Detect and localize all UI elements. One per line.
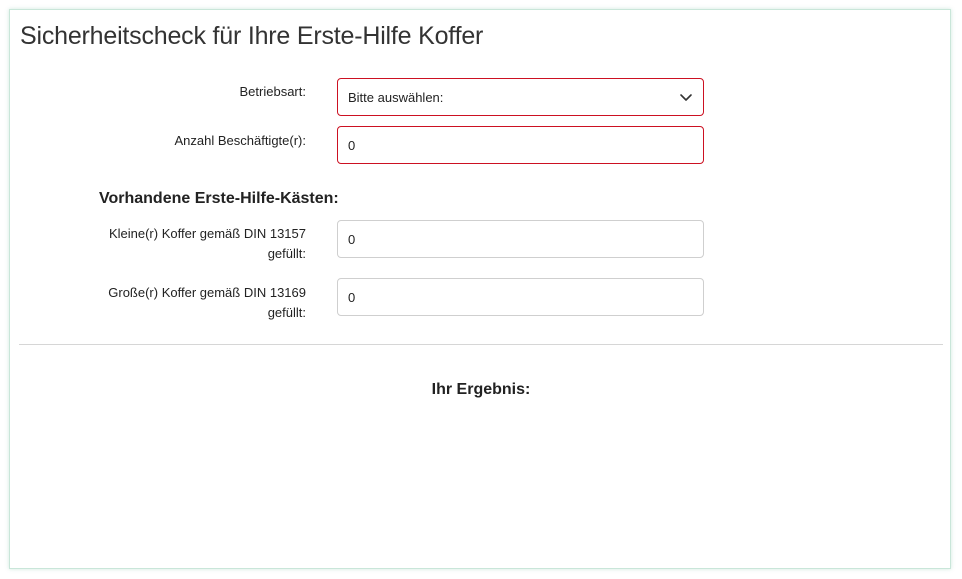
page-title: Sicherheitscheck für Ihre Erste-Hilfe Ko…: [20, 22, 484, 50]
betriebsart-selected-value: Bitte auswählen:: [348, 89, 444, 105]
gross-koffer-label-line1: Große(r) Koffer gemäß DIN 13169: [108, 285, 306, 300]
klein-koffer-label: Kleine(r) Koffer gemäß DIN 13157 gefüllt…: [76, 224, 306, 264]
beschaeftigte-value: 0: [348, 137, 356, 153]
chevron-down-icon: [680, 94, 692, 101]
betriebsart-select[interactable]: Bitte auswählen:: [337, 78, 704, 116]
gross-koffer-value: 0: [348, 289, 356, 305]
beschaeftigte-label: Anzahl Beschäftigte(r):: [174, 133, 306, 148]
klein-koffer-input[interactable]: 0: [337, 220, 704, 258]
beschaeftigte-input[interactable]: 0: [337, 126, 704, 164]
gross-koffer-label-line2: gefüllt:: [267, 305, 306, 320]
section-divider: [19, 344, 943, 345]
gross-koffer-input[interactable]: 0: [337, 278, 704, 316]
klein-koffer-value: 0: [348, 231, 356, 247]
kaesten-heading: Vorhandene Erste-Hilfe-Kästen:: [99, 190, 339, 207]
calculator-panel: Sicherheitscheck für Ihre Erste-Hilfe Ko…: [9, 9, 951, 569]
result-heading: Ihr Ergebnis:: [431, 381, 531, 398]
klein-koffer-label-line2: gefüllt:: [267, 246, 306, 261]
klein-koffer-label-line1: Kleine(r) Koffer gemäß DIN 13157: [108, 226, 306, 241]
gross-koffer-label: Große(r) Koffer gemäß DIN 13169 gefüllt:: [76, 283, 306, 323]
betriebsart-label: Betriebsart:: [239, 84, 306, 99]
